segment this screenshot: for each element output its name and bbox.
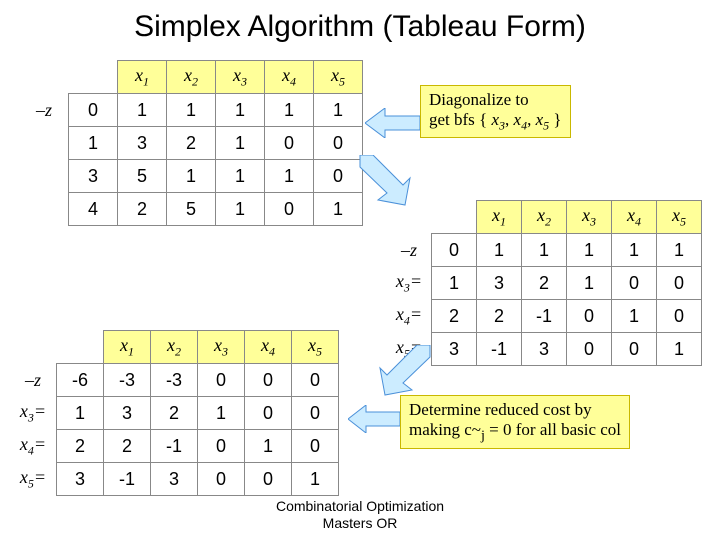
arrow-down-left-icon — [375, 345, 435, 400]
col-x2: x2 — [167, 61, 216, 94]
arrow-left-icon — [348, 405, 400, 433]
tableau-initial: x1 x2 x3 x4 x5 –z 0 11111 1 32100 3 5111… — [20, 60, 363, 226]
col-x1: x1 — [118, 61, 167, 94]
table-row: 4 25101 — [20, 193, 363, 226]
table-row: x4=2 2-1010 — [10, 430, 339, 463]
col-x4: x4 — [265, 61, 314, 94]
table-row: x3=1 32100 — [387, 267, 702, 300]
table-row: x4=2 2-1010 — [387, 300, 702, 333]
arrow-down-right-icon — [355, 155, 415, 210]
table-row: –z0 11111 — [387, 234, 702, 267]
table-row: x5=3 -13001 — [10, 463, 339, 496]
callout-reduced-cost: Determine reduced cost by making c~j = 0… — [400, 395, 630, 449]
col-x5: x5 — [314, 61, 363, 94]
table-row: –z-6 -3-3000 — [10, 364, 339, 397]
table-row: x3=1 32100 — [10, 397, 339, 430]
tableau-reduced-cost: x1 x2 x3 x4 x5 –z-6 -3-3000 x3=1 32100 x… — [10, 330, 339, 496]
table-row: –z 0 11111 — [20, 94, 363, 127]
callout-diagonalize: Diagonalize to get bfs { x3, x4, x5 } — [420, 85, 571, 138]
page-title: Simplex Algorithm (Tableau Form) — [0, 0, 720, 44]
arrow-left-icon — [365, 108, 420, 138]
table-row: 3 51110 — [20, 160, 363, 193]
tableau-diagonalized: x1 x2 x3 x4 x5 –z0 11111 x3=1 32100 x4=2… — [387, 200, 702, 366]
page-footer: Combinatorial OptimizationMasters OR — [0, 498, 720, 532]
col-x3: x3 — [216, 61, 265, 94]
table-row: 1 32100 — [20, 127, 363, 160]
